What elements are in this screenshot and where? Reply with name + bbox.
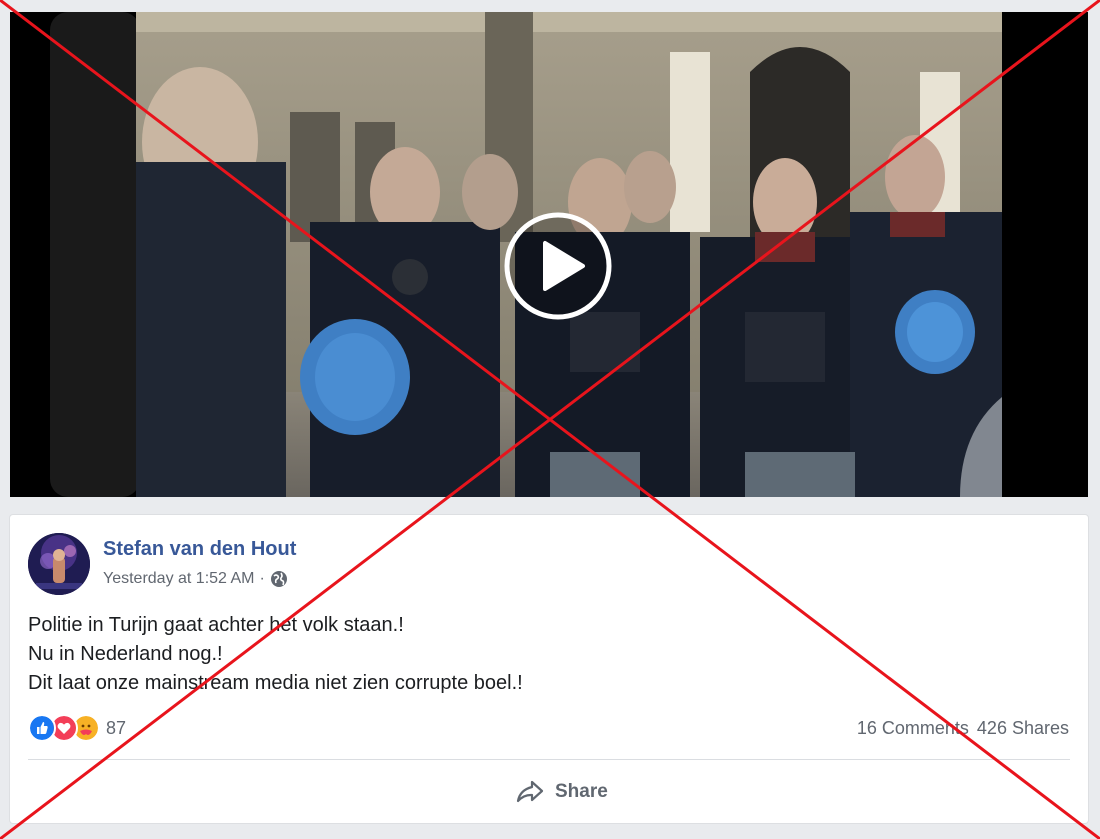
video-player[interactable] bbox=[10, 12, 1088, 497]
avatar-image bbox=[28, 533, 90, 595]
share-icon bbox=[516, 780, 544, 803]
share-label: Share bbox=[555, 781, 608, 802]
facebook-post-screenshot: Stefan van den Hout Yesterday at 1:52 AM… bbox=[0, 0, 1100, 839]
meta-separator: · bbox=[259, 570, 265, 587]
post-text: Politie in Turijn gaat achter het volk s… bbox=[28, 611, 523, 698]
avatar[interactable] bbox=[28, 533, 90, 595]
share-button[interactable]: Share bbox=[515, 776, 608, 808]
post-meta: Yesterday at 1:52 AM · bbox=[103, 570, 288, 588]
like-icon bbox=[28, 714, 56, 742]
post-timestamp[interactable]: Yesterday at 1:52 AM bbox=[103, 570, 255, 588]
play-icon[interactable] bbox=[503, 211, 613, 321]
reactions-summary[interactable]: 87 bbox=[28, 714, 126, 742]
action-divider bbox=[28, 759, 1070, 760]
reaction-count: 87 bbox=[106, 717, 127, 738]
author-name[interactable]: Stefan van den Hout bbox=[103, 538, 296, 561]
post-text-line: Dit laat onze mainstream media niet zien… bbox=[28, 672, 523, 694]
post-card: Stefan van den Hout Yesterday at 1:52 AM… bbox=[10, 515, 1088, 823]
shares-count[interactable]: 426 Shares bbox=[977, 718, 1069, 738]
post-text-line: Politie in Turijn gaat achter het volk s… bbox=[28, 614, 404, 636]
post-text-line: Nu in Nederland nog.! bbox=[28, 643, 223, 665]
comments-count[interactable]: 16 Comments bbox=[857, 718, 969, 738]
engagement-stats: 16 Comments 426 Shares bbox=[857, 718, 1069, 739]
globe-icon[interactable] bbox=[270, 570, 288, 588]
